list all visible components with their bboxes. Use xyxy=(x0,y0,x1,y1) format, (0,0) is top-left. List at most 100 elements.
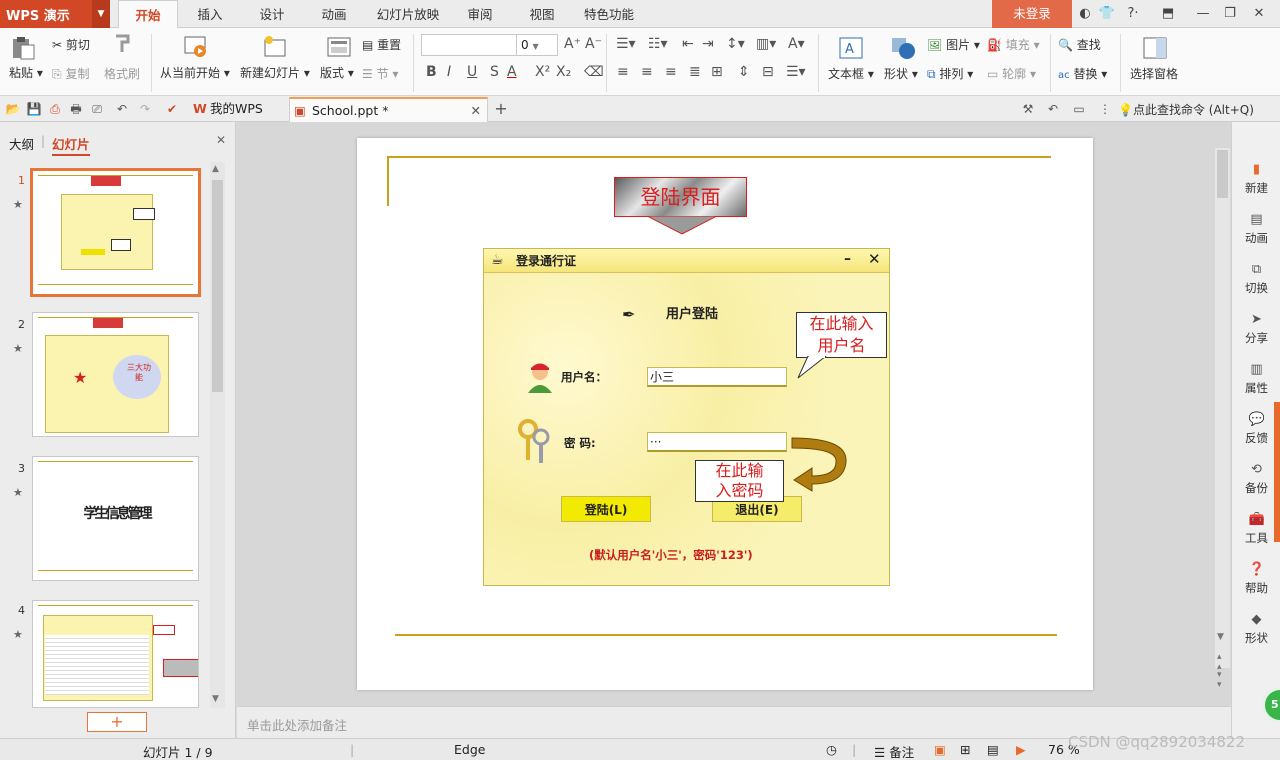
close-tab-icon[interactable]: ✕ xyxy=(471,99,481,123)
canvas-scrollbar-thumb[interactable] xyxy=(1217,150,1228,198)
task-shape[interactable]: ◆ 形状 xyxy=(1232,612,1280,646)
tab-my-wps[interactable]: W 我的WPS xyxy=(188,97,288,122)
normal-view-icon[interactable]: ▣ xyxy=(934,742,946,757)
customize-quickbar-icon[interactable]: ✔ xyxy=(164,101,180,117)
align-left-icon[interactable]: ≡ xyxy=(617,64,629,80)
shape-button[interactable]: 形状 ▾ xyxy=(884,65,918,82)
scroll-up-icon[interactable]: ▲ xyxy=(212,164,219,174)
font-size-combo[interactable]: 0 ▼ xyxy=(516,34,558,56)
login-button[interactable]: 未登录 xyxy=(992,0,1072,28)
scroll-down-icon[interactable]: ▼ xyxy=(212,694,219,704)
bullet-list-icon[interactable]: ☰▾ xyxy=(616,36,636,52)
print-preview-icon[interactable]: ⎚ xyxy=(89,101,105,117)
sync-icon[interactable]: ⚒ xyxy=(1020,101,1036,117)
undo-history-icon[interactable]: ↶ xyxy=(1045,101,1061,117)
tab-slides[interactable]: 幻灯片 xyxy=(52,134,90,156)
copy-button[interactable]: ⎘ 复制 xyxy=(52,65,89,82)
tab-home[interactable]: 开始 xyxy=(118,0,178,29)
task-backup[interactable]: ⟲ 备份 xyxy=(1232,462,1280,496)
tab-outline[interactable]: 大纲 xyxy=(9,134,34,153)
task-share[interactable]: ➤ 分享 xyxy=(1232,312,1280,346)
align-center-icon[interactable]: ≡ xyxy=(641,64,653,80)
text-direction-icon[interactable]: A▾ xyxy=(788,36,805,52)
clear-format-icon[interactable]: ⌫ xyxy=(584,64,604,80)
shirt-icon[interactable]: 👕 xyxy=(1096,4,1118,24)
slide-thumbnail-2[interactable]: ★ 三大功能 xyxy=(32,312,199,437)
tab-special[interactable]: 特色功能 xyxy=(578,0,640,28)
task-animation[interactable]: ▤ 动画 xyxy=(1232,212,1280,246)
slide-thumbnail-4[interactable] xyxy=(32,600,199,708)
new-slide-icon[interactable] xyxy=(262,35,288,59)
reset-button[interactable]: ▤ 重置 xyxy=(362,36,401,53)
number-list-icon[interactable]: ☷▾ xyxy=(648,36,668,52)
slides-scrollbar-thumb[interactable] xyxy=(212,180,223,392)
tab-design[interactable]: 设计 xyxy=(248,0,296,28)
next-slide-icon[interactable]: ▾ ▾ xyxy=(1217,670,1222,690)
slide-thumbnail-3[interactable]: 学生信息管理 xyxy=(32,456,199,581)
undo-icon[interactable]: ↶ xyxy=(114,101,130,117)
paragraph-spacing-icon[interactable]: ⇕ xyxy=(738,64,750,80)
redo-icon[interactable]: ↷ xyxy=(137,101,153,117)
chevron-down-icon[interactable]: ▼ xyxy=(92,0,110,28)
open-folder-icon[interactable]: 📂 xyxy=(5,101,21,117)
minimize-tab-icon[interactable]: ▭ xyxy=(1071,101,1087,117)
shrink-font-icon[interactable]: A⁻ xyxy=(585,36,602,52)
export-pdf-icon[interactable]: ⎙ xyxy=(47,101,63,117)
align-right-icon[interactable]: ≡ xyxy=(665,64,677,80)
distribute-icon[interactable]: ⊞ xyxy=(711,64,723,80)
shape-icon[interactable] xyxy=(890,36,916,60)
format-painter-icon[interactable] xyxy=(110,32,136,56)
align-text-icon[interactable]: ☰▾ xyxy=(786,64,806,80)
layout-button[interactable]: 版式 ▾ xyxy=(320,64,354,81)
restore-ribbon-icon[interactable]: ⬒ xyxy=(1157,4,1179,24)
history-icon[interactable]: ◷ xyxy=(826,742,837,757)
more-icon[interactable]: ⋮ xyxy=(1097,101,1113,117)
app-menu-button[interactable]: WPS 演示 ▼ xyxy=(0,0,110,28)
line-spacing-icon[interactable]: ↕▾ xyxy=(726,36,745,52)
tab-school-ppt[interactable]: ▣ School.ppt * ✕ xyxy=(289,97,488,122)
textbox-button[interactable]: 文本框 ▾ xyxy=(828,65,874,82)
textbox-icon[interactable]: A xyxy=(838,36,864,60)
sorter-view-icon[interactable]: ⊞ xyxy=(960,742,970,757)
task-feedback[interactable]: 💬 反馈 xyxy=(1232,412,1280,446)
slide-thumbnail-1[interactable] xyxy=(30,168,201,297)
scroll-down-icon[interactable]: ▼ xyxy=(1217,632,1224,642)
save-icon[interactable]: 💾 xyxy=(26,101,42,117)
close-panel-icon[interactable]: ✕ xyxy=(216,133,226,147)
shadow-icon[interactable]: S xyxy=(490,64,499,80)
tab-insert[interactable]: 插入 xyxy=(186,0,234,28)
justify-icon[interactable]: ≣ xyxy=(689,64,701,80)
columns-icon[interactable]: ▥▾ xyxy=(756,36,776,52)
task-tools[interactable]: 🧰 工具 xyxy=(1232,512,1280,546)
canvas-scrollbar[interactable] xyxy=(1215,148,1230,668)
font-color-icon[interactable]: A xyxy=(507,64,517,80)
superscript-icon[interactable]: X² xyxy=(535,64,550,80)
cut-button[interactable]: ✂ 剪切 xyxy=(52,36,90,53)
layout-icon[interactable] xyxy=(326,35,352,59)
paste-icon[interactable] xyxy=(10,36,36,60)
tab-review[interactable]: 审阅 xyxy=(456,0,504,28)
notes-toggle[interactable]: ☰ 备注 xyxy=(874,742,914,760)
tab-slideshow[interactable]: 幻灯片放映 xyxy=(370,0,446,28)
panel-collapse-handle[interactable] xyxy=(1274,402,1280,542)
arrange-button[interactable]: ⧉ 排列 ▾ xyxy=(927,65,973,82)
picture-button[interactable]: 🖼 图片 ▾ xyxy=(927,36,980,53)
outline-button[interactable]: ▭ 轮廓 ▾ xyxy=(987,65,1036,82)
tab-view[interactable]: 视图 xyxy=(518,0,566,28)
underline-icon[interactable]: U xyxy=(467,64,477,80)
task-properties[interactable]: ▥ 属性 xyxy=(1232,362,1280,396)
task-help[interactable]: ❓ 帮助 xyxy=(1232,562,1280,596)
minimize-icon[interactable]: — xyxy=(1192,4,1214,24)
print-icon[interactable]: 🖶 xyxy=(68,101,84,117)
add-slide-button[interactable]: + xyxy=(87,712,147,732)
fill-button[interactable]: ⛽ 填充 ▾ xyxy=(987,36,1040,53)
close-icon[interactable]: ✕ xyxy=(1248,4,1270,24)
replace-button[interactable]: ac 替换 ▾ xyxy=(1058,65,1107,82)
reading-view-icon[interactable]: ▤ xyxy=(987,742,999,757)
grow-font-icon[interactable]: A⁺ xyxy=(564,36,581,52)
from-current-button[interactable]: 从当前开始 ▾ xyxy=(160,64,230,81)
maximize-icon[interactable]: ❐ xyxy=(1219,4,1241,24)
format-painter-button[interactable]: 格式刷 xyxy=(104,65,140,82)
play-from-current-icon[interactable] xyxy=(183,35,209,59)
decrease-indent-icon[interactable]: ⇤ xyxy=(682,36,694,52)
